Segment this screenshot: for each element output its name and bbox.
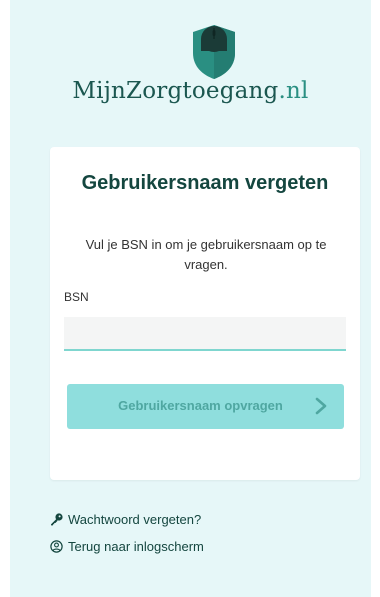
page-title: Gebruikersnaam vergeten — [81, 172, 329, 194]
request-username-button[interactable]: Gebruikersnaam opvragen — [67, 384, 344, 429]
shield-mouse-icon — [193, 25, 235, 79]
bsn-label: BSN — [64, 290, 89, 304]
forgot-username-card: Gebruikersnaam vergeten Vul je BSN in om… — [50, 147, 360, 480]
key-icon — [51, 512, 63, 525]
request-username-label: Gebruikersnaam opvragen — [118, 398, 283, 413]
back-to-login-label: Terug naar inlogscherm — [68, 538, 204, 554]
forgot-password-label: Wachtwoord vergeten? — [68, 511, 202, 527]
logo-brand: MijnZorgtoegang — [72, 78, 279, 104]
forgot-password-link[interactable]: Wachtwoord vergeten? — [50, 510, 201, 528]
chevron-right-icon — [315, 397, 327, 415]
user-circle-icon — [50, 539, 63, 553]
logo-tld: .nl — [278, 78, 309, 104]
form-description: Vul je BSN in om je gebruikersnaam op te… — [85, 237, 327, 272]
page-background: MijnZorgtoegang.nl Gebruikersnaam verget… — [10, 0, 371, 597]
brand-logo-text: MijnZorgtoegang.nl — [10, 78, 371, 104]
back-to-login-link[interactable]: Terug naar inlogscherm — [50, 537, 204, 555]
bsn-input[interactable] — [64, 317, 346, 351]
